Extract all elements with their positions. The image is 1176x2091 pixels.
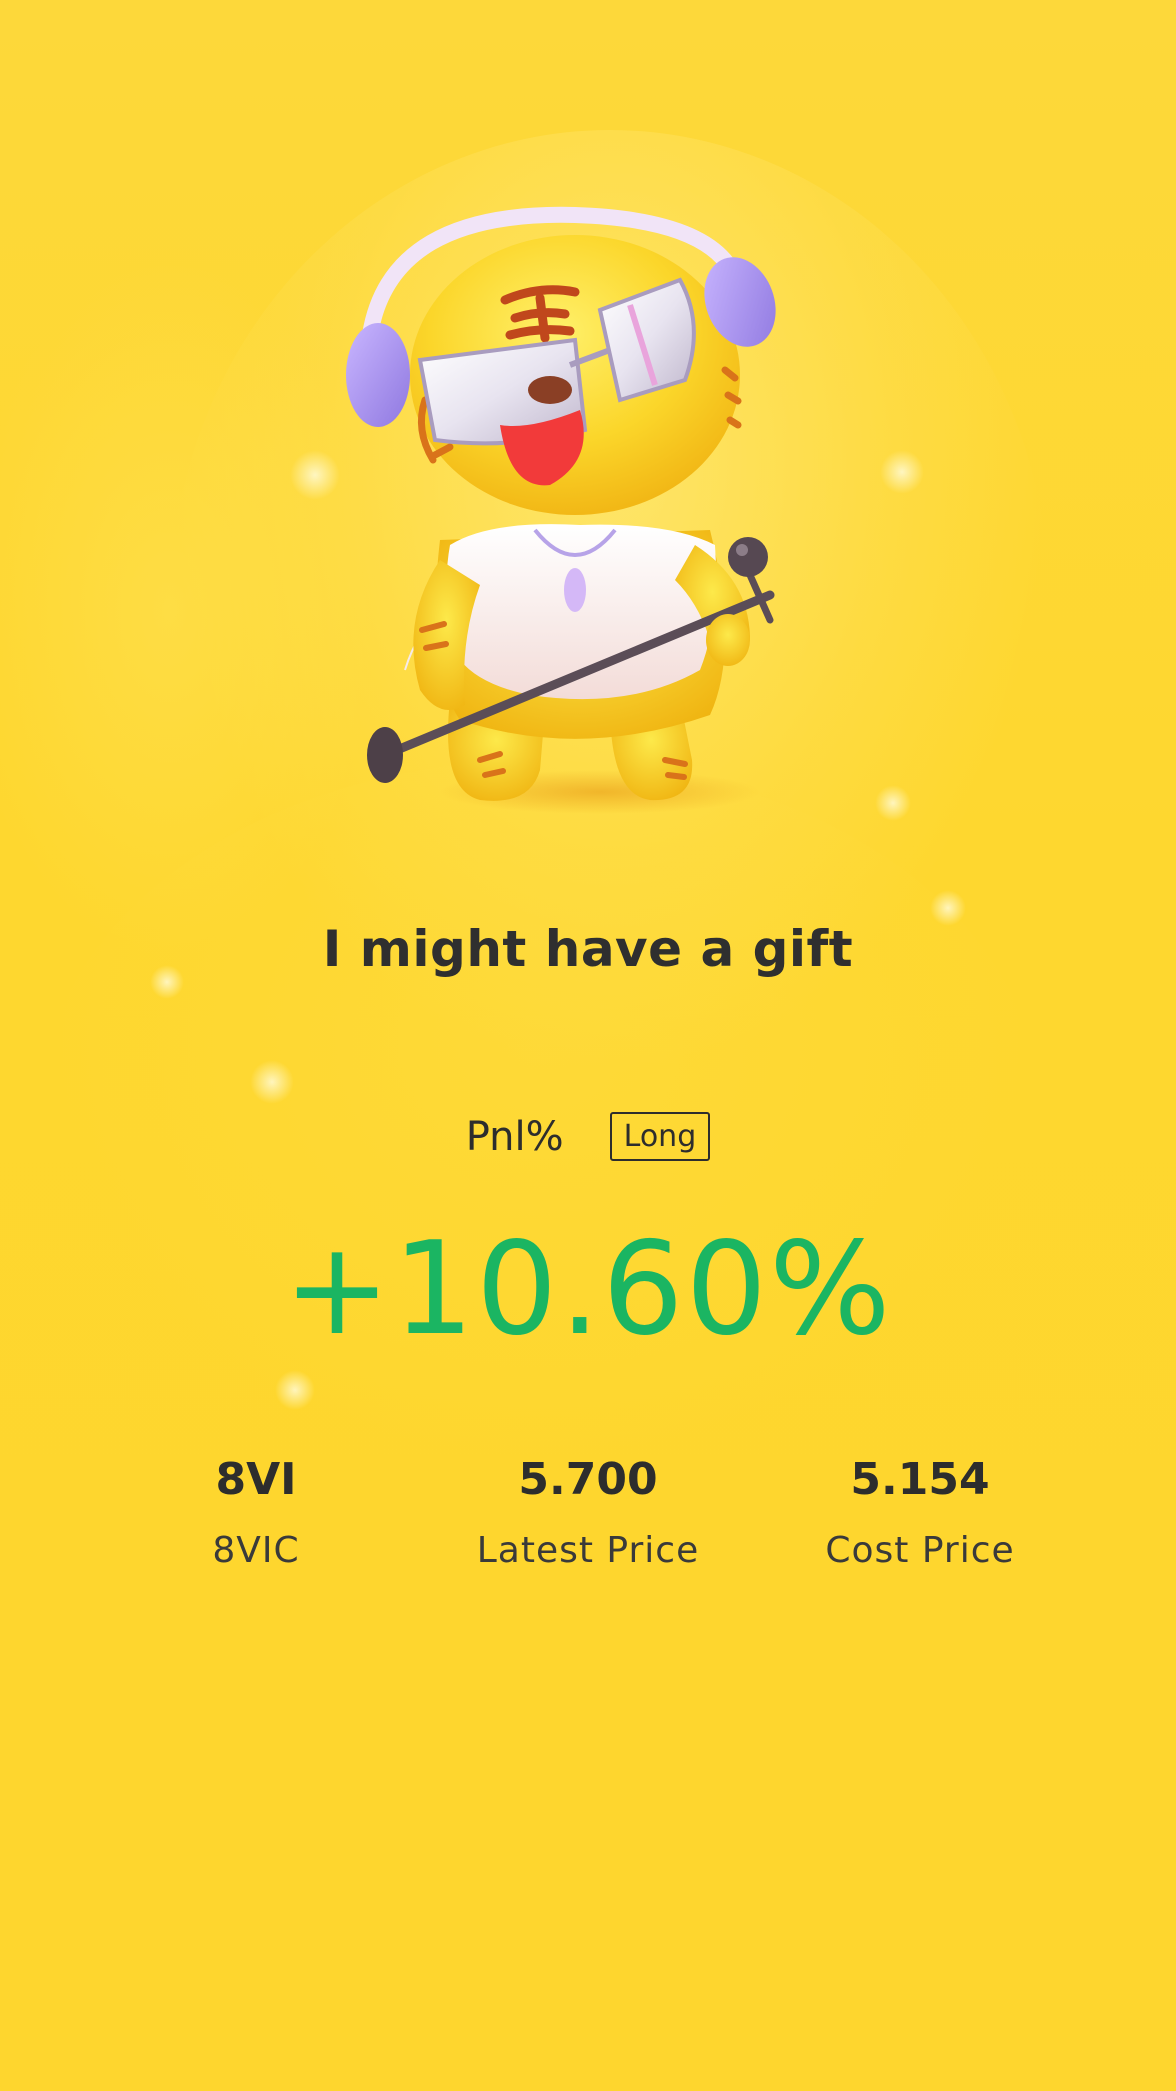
stat-cost-price: 5.154 Cost Price xyxy=(770,1450,1070,1571)
sparkle xyxy=(875,785,911,821)
sparkle xyxy=(275,1370,315,1410)
stat-value: 8VI xyxy=(215,1454,297,1505)
stat-label: 8VIC xyxy=(212,1530,300,1571)
stats-row: 8VI 8VIC 5.700 Latest Price 5.154 Cost P… xyxy=(0,1450,1176,1590)
pnl-header: Pnl% Long xyxy=(0,1112,1176,1161)
stat-value: 5.700 xyxy=(518,1454,658,1505)
headline-text: I might have a gift xyxy=(322,920,854,978)
sparkle xyxy=(250,1060,294,1104)
pnl-percentage-value: +10.60% xyxy=(283,1215,893,1364)
stat-label: Cost Price xyxy=(825,1530,1015,1571)
stat-label: Latest Price xyxy=(476,1530,700,1571)
direction-badge: Long xyxy=(609,1112,711,1161)
pnl-label: Pnl% xyxy=(465,1113,564,1160)
tiger-mascot-image xyxy=(346,206,776,814)
stat-latest-price: 5.700 Latest Price xyxy=(438,1450,738,1571)
stat-symbol: 8VI 8VIC xyxy=(106,1450,406,1571)
sparkle xyxy=(880,450,924,494)
stat-value: 5.154 xyxy=(850,1454,990,1505)
background-glow-left xyxy=(0,260,380,960)
